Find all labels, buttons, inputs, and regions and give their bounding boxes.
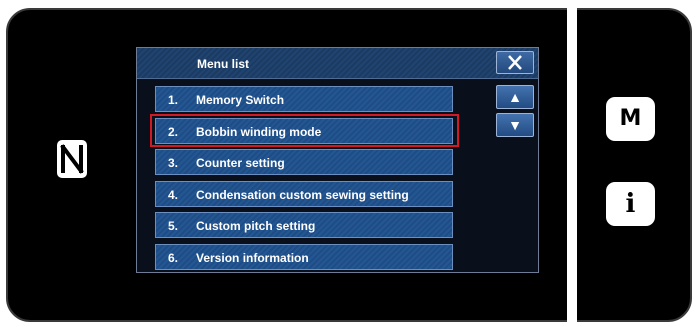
menu-item-label: Version information [196,251,309,265]
m-label: M [619,106,642,131]
menu-item-number: 6. [168,251,179,265]
menu-item-condensation-custom-sewing-setting[interactable]: 4. Condensation custom sewing setting [155,181,453,207]
menu-item-number: 5. [168,219,179,233]
menu-list-screen: Menu list 1. Memory Switch 2. Bobbin win… [136,47,539,273]
menu-item-number: 1. [168,93,179,107]
title-bar: Menu list [137,48,538,79]
menu-item-label: Custom pitch setting [196,219,316,233]
scroll-down-button[interactable]: ▼ [496,113,534,137]
close-icon [508,55,522,70]
info-icon: i [625,189,636,219]
menu-item-memory-switch[interactable]: 1. Memory Switch [155,86,453,112]
scroll-up-button[interactable]: ▲ [496,85,534,109]
menu-item-label: Counter setting [196,156,285,170]
panel-divider [567,8,577,322]
menu-item-counter-setting[interactable]: 3. Counter setting [155,149,453,175]
arrow-up-icon: ▲ [508,89,522,105]
menu-item-custom-pitch-setting[interactable]: 5. Custom pitch setting [155,212,453,238]
m-button[interactable]: M [606,97,655,141]
menu-item-label: Condensation custom sewing setting [196,188,409,202]
menu-item-number: 3. [168,156,179,170]
nfc-icon [57,140,87,178]
menu-item-label: Memory Switch [196,93,285,107]
menu-item-number: 4. [168,188,179,202]
info-button[interactable]: i [606,182,655,226]
arrow-down-icon: ▼ [508,117,522,133]
selection-highlight [150,114,459,147]
close-button[interactable] [496,51,534,74]
menu-item-version-information[interactable]: 6. Version information [155,244,453,270]
screen-title: Menu list [197,57,250,71]
